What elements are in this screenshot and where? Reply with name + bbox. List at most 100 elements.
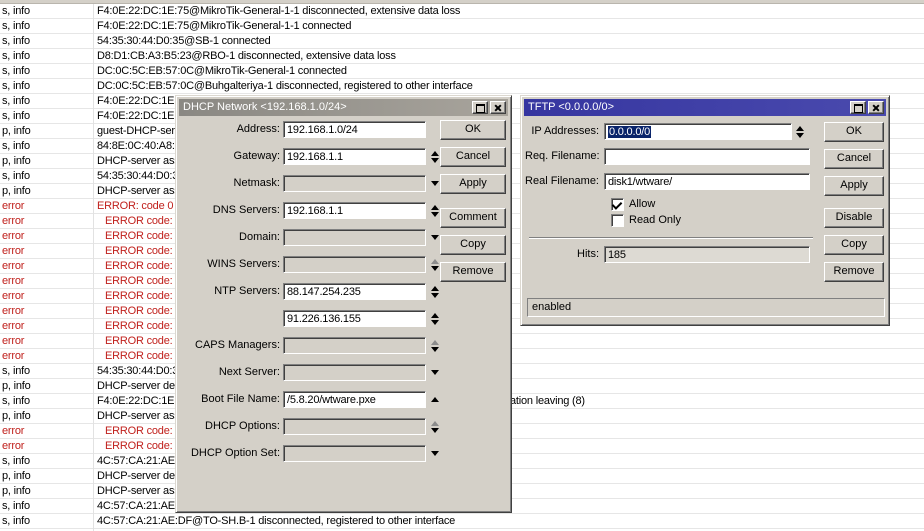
field-label: Req. Filename: [525,148,599,165]
spin-up-icon [431,205,439,210]
log-column-divider[interactable] [93,4,94,531]
field-arrows[interactable] [428,310,441,327]
field-input[interactable]: 192.168.1.1 [283,202,426,219]
apply-button[interactable]: Apply [440,174,506,194]
field-input[interactable]: 91.226.136.155 [283,310,426,327]
field-input[interactable] [283,337,426,354]
field-input[interactable] [604,148,810,165]
log-row[interactable]: s, infoF4:0E:22:DC:1E:75@MikroTik-Genera… [0,4,924,19]
field-input[interactable]: /5.8.20/wtware.pxe [283,391,426,408]
log-row[interactable]: s, infoDC:0C:5C:EB:57:0C@MikroTik-Genera… [0,64,924,79]
spin-down-icon [431,428,439,433]
log-message-cell: DHCP-server ass [97,485,180,498]
spin-down-icon [431,158,439,163]
spin-up-icon [431,151,439,156]
log-topic-cell: s, info [2,110,30,123]
log-message-cell: DC:0C:5C:EB:57:0C@Buhgalteriya-1 disconn… [97,80,473,93]
ok-button[interactable]: OK [824,122,884,142]
log-topic-cell: s, info [2,80,30,93]
log-topic-cell: s, info [2,20,30,33]
log-topic-cell: s, info [2,35,30,48]
separator-line [529,237,813,239]
disable-button[interactable]: Disable [824,208,884,228]
log-topic-cell: s, info [2,170,30,183]
copy-button[interactable]: Copy [440,235,506,255]
comment-button[interactable]: Comment [440,208,506,228]
field-label: IP Addresses: [525,123,599,140]
cancel-button[interactable]: Cancel [824,149,884,169]
field-input[interactable] [283,256,426,273]
spin-down-icon [796,133,804,138]
field-input[interactable] [283,418,426,435]
tftp-dialog-title: TFTP <0.0.0.0/0> [524,99,886,116]
field-arrows[interactable] [428,445,441,462]
dropdown-icon [431,181,439,186]
remove-button[interactable]: Remove [440,262,506,282]
spin-up-icon [431,421,439,426]
log-message-cell-continued: ation leaving (8) [510,395,585,408]
field-arrows[interactable] [793,123,806,140]
log-message-cell: DHCP-server ass [97,155,180,168]
maximize-button[interactable] [850,101,866,114]
log-topic-cell: error [2,440,24,453]
log-row[interactable]: s, info DC:0C:5C:EB:57:0C@Buhgalteriya-1 … [0,79,924,94]
log-message-cell: DHCP-server dea [97,470,181,483]
log-topic-cell: s, info [2,455,30,468]
log-topic-cell: p, info [2,485,31,498]
log-row[interactable]: s, infoF4:0E:22:DC:1E:75@MikroTik-Genera… [0,19,924,34]
log-message-cell: 4C:57:CA:21:AE:DF@TO-SH.B-1 disconnected… [97,515,455,528]
log-message-cell: guest-DHCP-serv [97,125,180,138]
log-row[interactable]: s, infoD8:D1:CB:A3:B5:23@RBO-1 disconnec… [0,49,924,64]
close-button[interactable] [868,101,884,114]
field-arrows[interactable] [428,418,441,435]
dhcp-network-dialog: DHCP Network <192.168.1.0/24> Address:19… [175,95,512,513]
copy-button[interactable]: Copy [824,235,884,255]
hits-label: Hits: [525,246,599,263]
field-arrows[interactable] [428,337,441,354]
spin-down-icon [431,212,439,217]
field-input[interactable] [283,445,426,462]
field-arrows[interactable] [428,364,441,381]
read-only-checkbox[interactable] [611,214,624,227]
field-arrows[interactable] [428,283,441,300]
log-message-cell: ERROR code: [105,425,173,438]
apply-button[interactable]: Apply [824,176,884,196]
field-label: Real Filename: [525,173,599,190]
log-message-cell: F4:0E:22:DC:1E: [97,395,177,408]
tftp-dialog-titlebar[interactable]: TFTP <0.0.0.0/0> [524,99,886,116]
field-arrows[interactable] [428,391,441,408]
log-row[interactable]: s, info 4C:57:CA:21:AE:DF@TO-SH.B-1 disco… [0,514,924,529]
field-label: CAPS Managers: [182,337,280,354]
field-input[interactable] [283,175,426,192]
log-topic-cell: s, info [2,515,30,528]
spin-up-icon [796,126,804,131]
log-topic-cell: s, info [2,50,30,63]
log-message-cell: 4C:57:CA:21:AE: [97,500,178,513]
log-topic-cell: s, info [2,500,30,513]
remove-button[interactable]: Remove [824,262,884,282]
dhcp-dialog-title: DHCP Network <192.168.1.0/24> [179,99,508,116]
field-input[interactable]: 192.168.1.0/24 [283,121,426,138]
log-message-cell: DHCP-server ass [97,185,180,198]
field-label: Boot File Name: [182,391,280,408]
log-message-cell: DC:0C:5C:EB:57:0C@MikroTik-General-1 con… [97,65,347,78]
field-input[interactable]: 88.147.254.235 [283,283,426,300]
field-input[interactable]: disk1/wtware/ [604,173,810,190]
log-message-cell: 84:8E:0C:40:A8:9 [97,140,181,153]
close-button[interactable] [490,101,506,114]
field-input[interactable]: 192.168.1.1 [283,148,426,165]
maximize-button[interactable] [472,101,488,114]
field-label: Domain: [182,229,280,246]
dhcp-dialog-titlebar[interactable]: DHCP Network <192.168.1.0/24> [179,99,508,116]
allow-checkbox[interactable] [611,198,624,211]
field-input[interactable] [283,229,426,246]
log-row[interactable]: s, info54:35:30:44:D0:35@SB-1 connected [0,34,924,49]
cancel-button[interactable]: Cancel [440,147,506,167]
field-input[interactable]: 0.0.0.0/0 [604,123,792,140]
field-input[interactable] [283,364,426,381]
log-topic-cell: s, info [2,395,30,408]
log-topic-cell: error [2,305,24,318]
ok-button[interactable]: OK [440,120,506,140]
log-topic-cell: s, info [2,140,30,153]
log-topic-cell: p, info [2,125,31,138]
